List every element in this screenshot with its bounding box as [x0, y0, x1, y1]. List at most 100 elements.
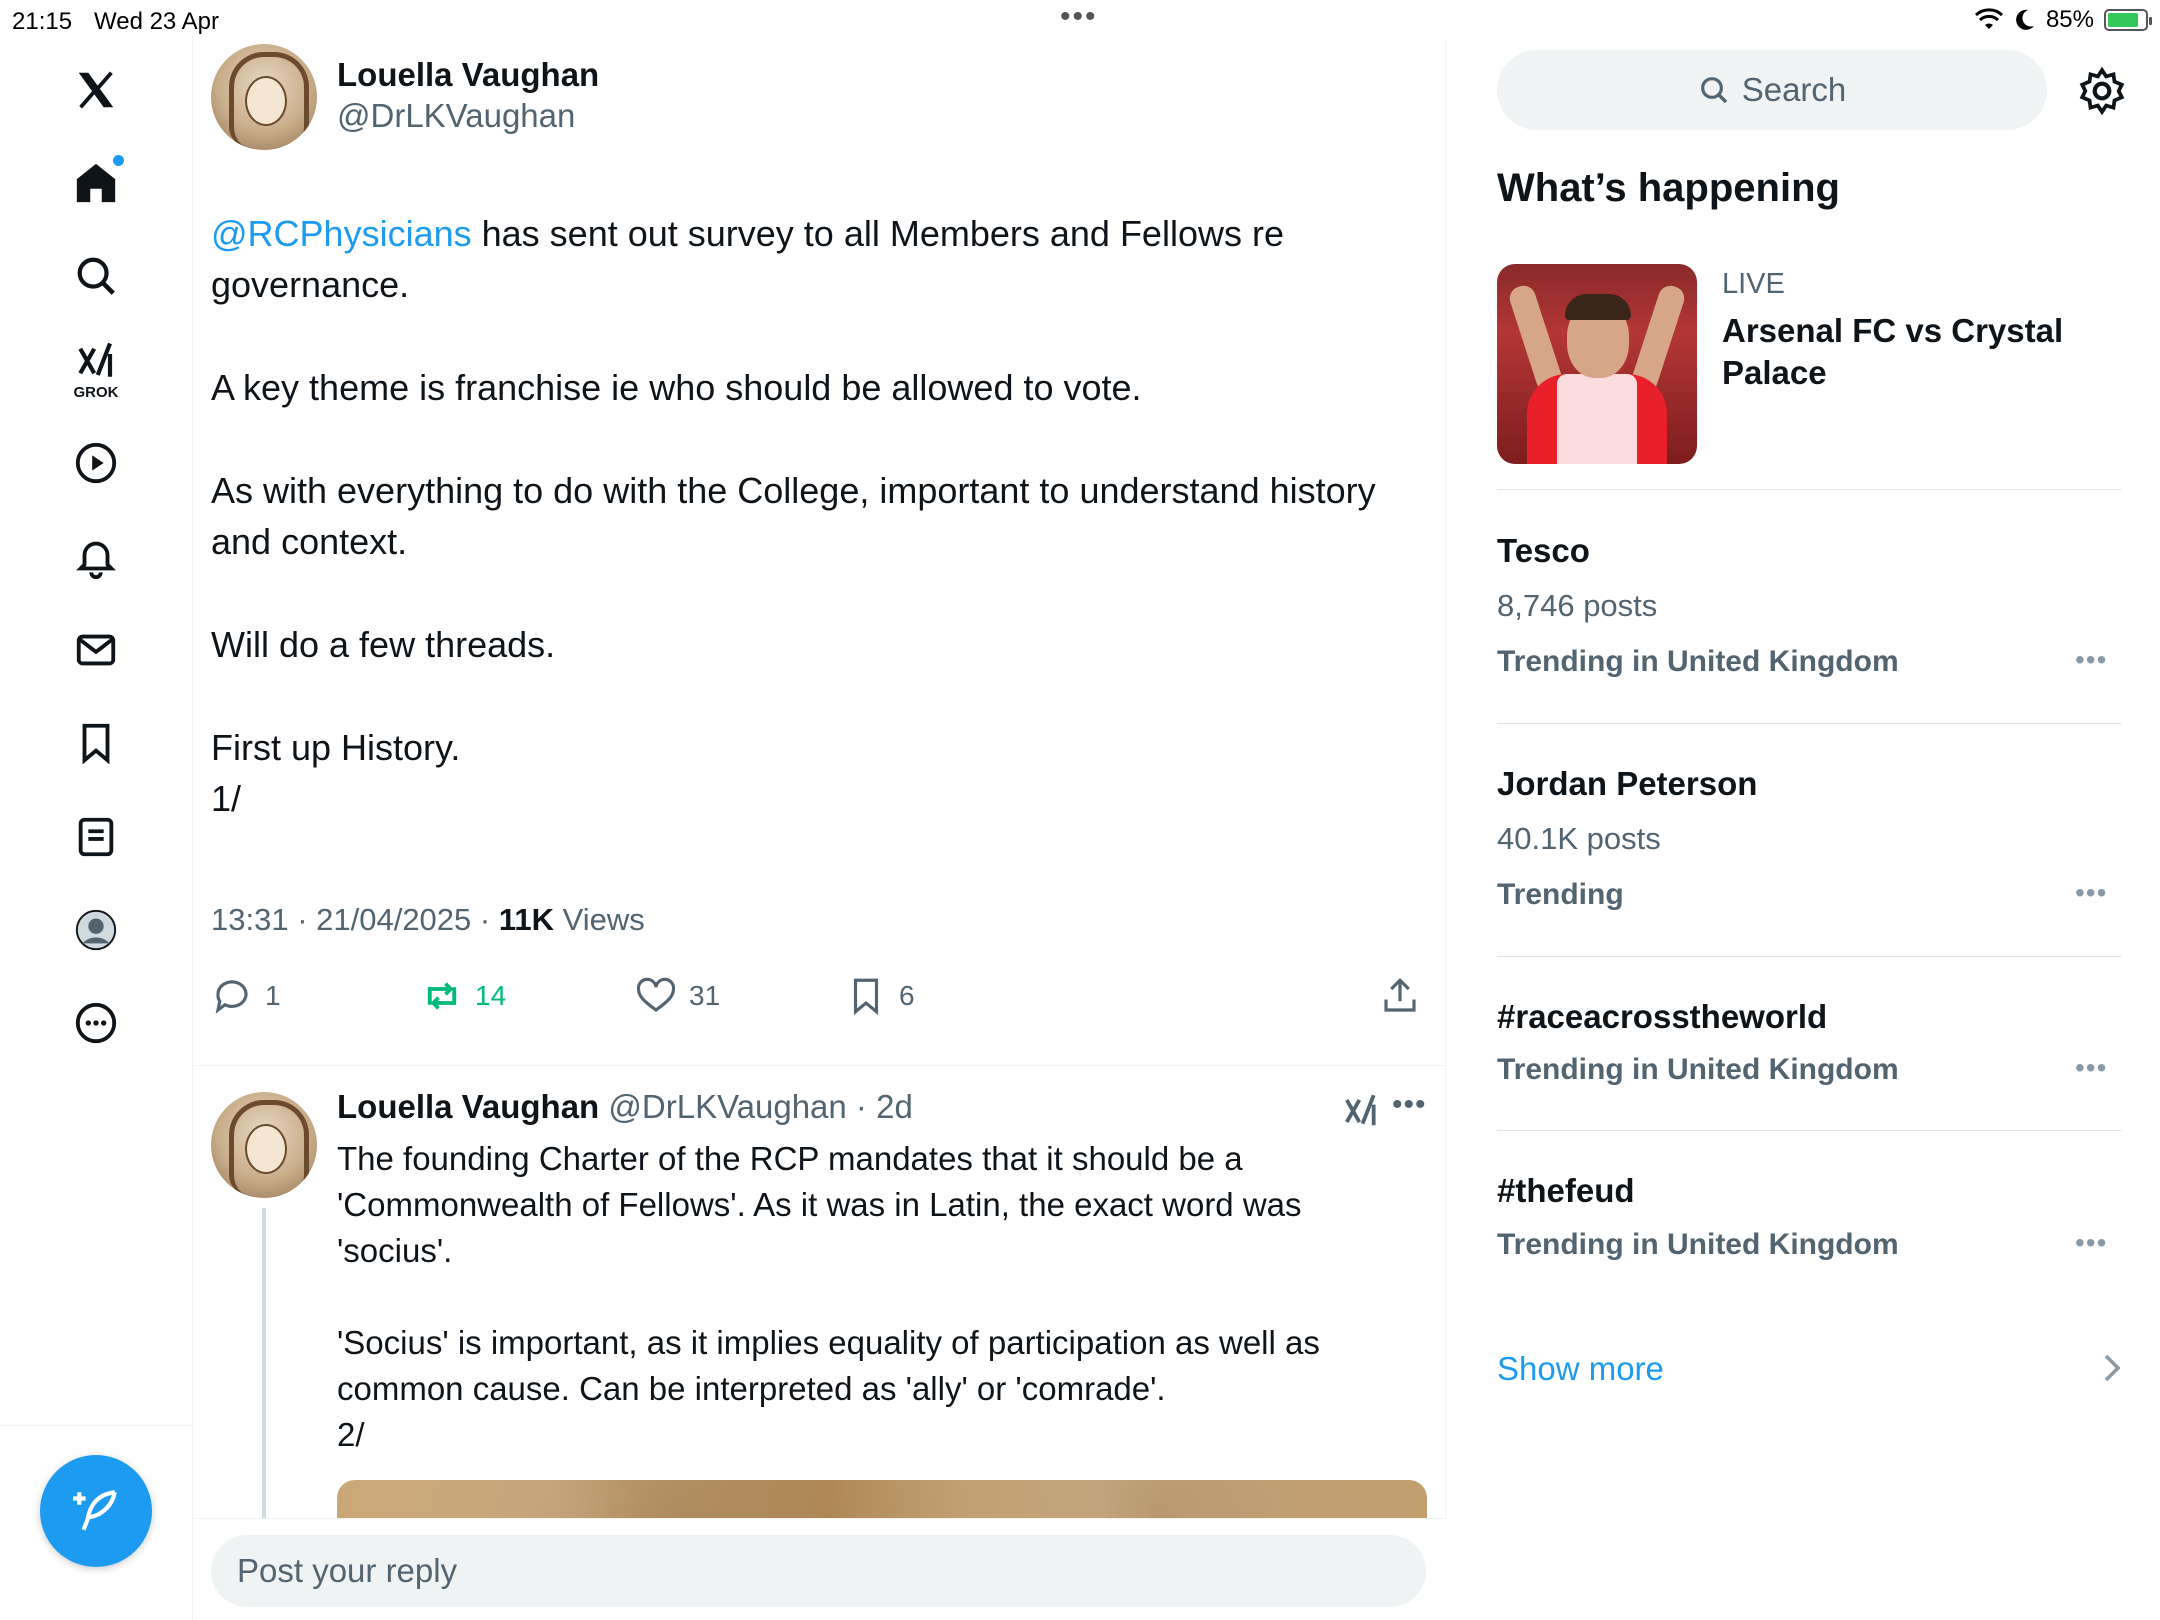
nav-video[interactable]: [56, 423, 136, 503]
reply-author-name[interactable]: Louella Vaughan: [337, 1088, 599, 1125]
multitasking-dots-icon[interactable]: •••: [1060, 0, 1098, 34]
trend-more-icon[interactable]: •••: [2075, 644, 2107, 676]
grok-icon[interactable]: [1342, 1092, 1380, 1130]
tweet-para3: As with everything to do with the Colleg…: [211, 470, 1376, 562]
reply-icon: [215, 980, 248, 1014]
status-date: Wed 23 Apr: [94, 8, 219, 35]
tweet-divider: [194, 1065, 1446, 1066]
author-avatar[interactable]: [211, 44, 317, 150]
reply-para2-line2: 2/: [337, 1416, 365, 1453]
repost-icon: [427, 982, 457, 1010]
x-logo-icon[interactable]: [56, 50, 136, 130]
author-name[interactable]: Louella Vaughan: [337, 56, 599, 94]
reply-header: Louella Vaughan @DrLKVaughan · 2d: [337, 1088, 913, 1126]
compose-feather-icon: [73, 1490, 117, 1531]
gear-icon[interactable]: [2077, 66, 2127, 116]
heart-icon: [636, 977, 676, 1012]
tweet-timestamp[interactable]: 13:31 · 21/04/2025 ·: [211, 902, 499, 937]
right-sidebar: Search What’s happening LIVE Arsenal FC …: [1447, 40, 2160, 1620]
wifi-icon: [1974, 8, 2003, 29]
live-event-image[interactable]: [1497, 264, 1697, 464]
tweet-para5-line2: 1/: [211, 778, 242, 819]
divider: [1497, 489, 2122, 490]
status-time: 21:15: [12, 8, 73, 35]
more-icon: [75, 1002, 117, 1044]
repost-count: 14: [475, 980, 507, 1011]
share-button[interactable]: [1379, 975, 1421, 1017]
trend-name[interactable]: #thefeud: [1497, 1172, 1635, 1210]
status-right: 85%: [1974, 6, 2152, 34]
nav-grok[interactable]: GROK: [56, 330, 136, 410]
reply-para2-line1: 'Socius' is important, as it implies equ…: [337, 1324, 1320, 1407]
divider: [1497, 956, 2122, 957]
nav-home[interactable]: [56, 143, 136, 223]
reply-input[interactable]: [211, 1535, 1426, 1607]
trend-context: Trending: [1497, 878, 1624, 911]
divider: [1497, 723, 2122, 724]
repost-button[interactable]: 14: [421, 975, 506, 1017]
video-icon: [75, 442, 117, 484]
grok-label: GROK: [73, 383, 119, 401]
nav-more[interactable]: [56, 983, 136, 1063]
battery-percent: 85%: [2045, 6, 2094, 33]
reply-text: The founding Charter of the RCP mandates…: [337, 1136, 1417, 1458]
live-event-title[interactable]: Arsenal FC vs Crystal Palace: [1722, 310, 2122, 394]
nav-notifications[interactable]: [56, 517, 136, 597]
views-label: Views: [554, 902, 645, 937]
nav-bookmarks[interactable]: [56, 703, 136, 783]
trend-more-icon[interactable]: •••: [2075, 1052, 2107, 1084]
trend-context: Trending in United Kingdom: [1497, 1228, 1899, 1261]
author-handle[interactable]: @DrLKVaughan: [337, 97, 575, 135]
divider: [1497, 1130, 2122, 1131]
nav-lists[interactable]: [56, 797, 136, 877]
bookmark-icon: [853, 978, 879, 1016]
share-icon: [1384, 978, 1416, 1012]
bell-icon: [76, 541, 116, 579]
reply-bar: [194, 1518, 1446, 1620]
nav-profile[interactable]: [56, 890, 136, 970]
bookmark-icon: [82, 723, 110, 765]
trend-more-icon[interactable]: •••: [2075, 877, 2107, 909]
reply-author-avatar[interactable]: [211, 1092, 317, 1198]
reply-button[interactable]: 1: [211, 975, 281, 1017]
search-icon: [77, 257, 115, 295]
trend-context: Trending in United Kingdom: [1497, 645, 1899, 678]
like-button[interactable]: 31: [635, 975, 720, 1017]
like-count: 31: [689, 980, 721, 1011]
trend-name[interactable]: #raceacrosstheworld: [1497, 998, 1827, 1036]
trend-name[interactable]: Jordan Peterson: [1497, 765, 1757, 803]
show-more-link[interactable]: Show more: [1497, 1350, 1664, 1388]
mail-icon: [76, 634, 116, 666]
main-column: Louella Vaughan @DrLKVaughan @RCPhysicia…: [194, 40, 1446, 1620]
reply-separator: ·: [846, 1088, 877, 1125]
battery-icon: [2104, 9, 2152, 31]
reply-age[interactable]: 2d: [876, 1088, 913, 1125]
reply-author-handle[interactable]: @DrLKVaughan: [608, 1088, 846, 1125]
search-icon: [1700, 77, 1727, 104]
nav-messages[interactable]: [56, 610, 136, 690]
tweet-para5-line1: First up History.: [211, 727, 461, 768]
thread-line: [262, 1208, 266, 1568]
whats-happening-title: What’s happening: [1497, 166, 1840, 210]
reply-para1: The founding Charter of the RCP mandates…: [337, 1140, 1302, 1269]
mention-link[interactable]: @RCPhysicians: [211, 213, 472, 254]
nav-explore[interactable]: [56, 236, 136, 316]
search-box[interactable]: Search: [1497, 50, 2047, 130]
trend-more-icon[interactable]: •••: [2075, 1227, 2107, 1259]
trend-name[interactable]: Tesco: [1497, 532, 1590, 570]
notification-dot: [113, 155, 124, 166]
trend-count: 40.1K posts: [1497, 821, 1661, 856]
tweet-para2: A key theme is franchise ie who should b…: [211, 367, 1142, 408]
compose-button[interactable]: [40, 1455, 152, 1567]
home-icon: [76, 163, 116, 203]
left-nav: GROK: [0, 40, 193, 1620]
bookmark-button[interactable]: 6: [845, 975, 915, 1017]
grok-icon: [78, 342, 113, 377]
reply-more-icon[interactable]: •••: [1392, 1088, 1427, 1122]
chevron-right-icon[interactable]: [2099, 1348, 2125, 1388]
reply-count: 1: [265, 980, 281, 1011]
status-bar: 21:15 Wed 23 Apr ••• 85%: [0, 0, 2160, 40]
list-icon: [78, 817, 114, 857]
trend-count: 8,746 posts: [1497, 588, 1658, 623]
views-count: 11K: [498, 902, 554, 937]
